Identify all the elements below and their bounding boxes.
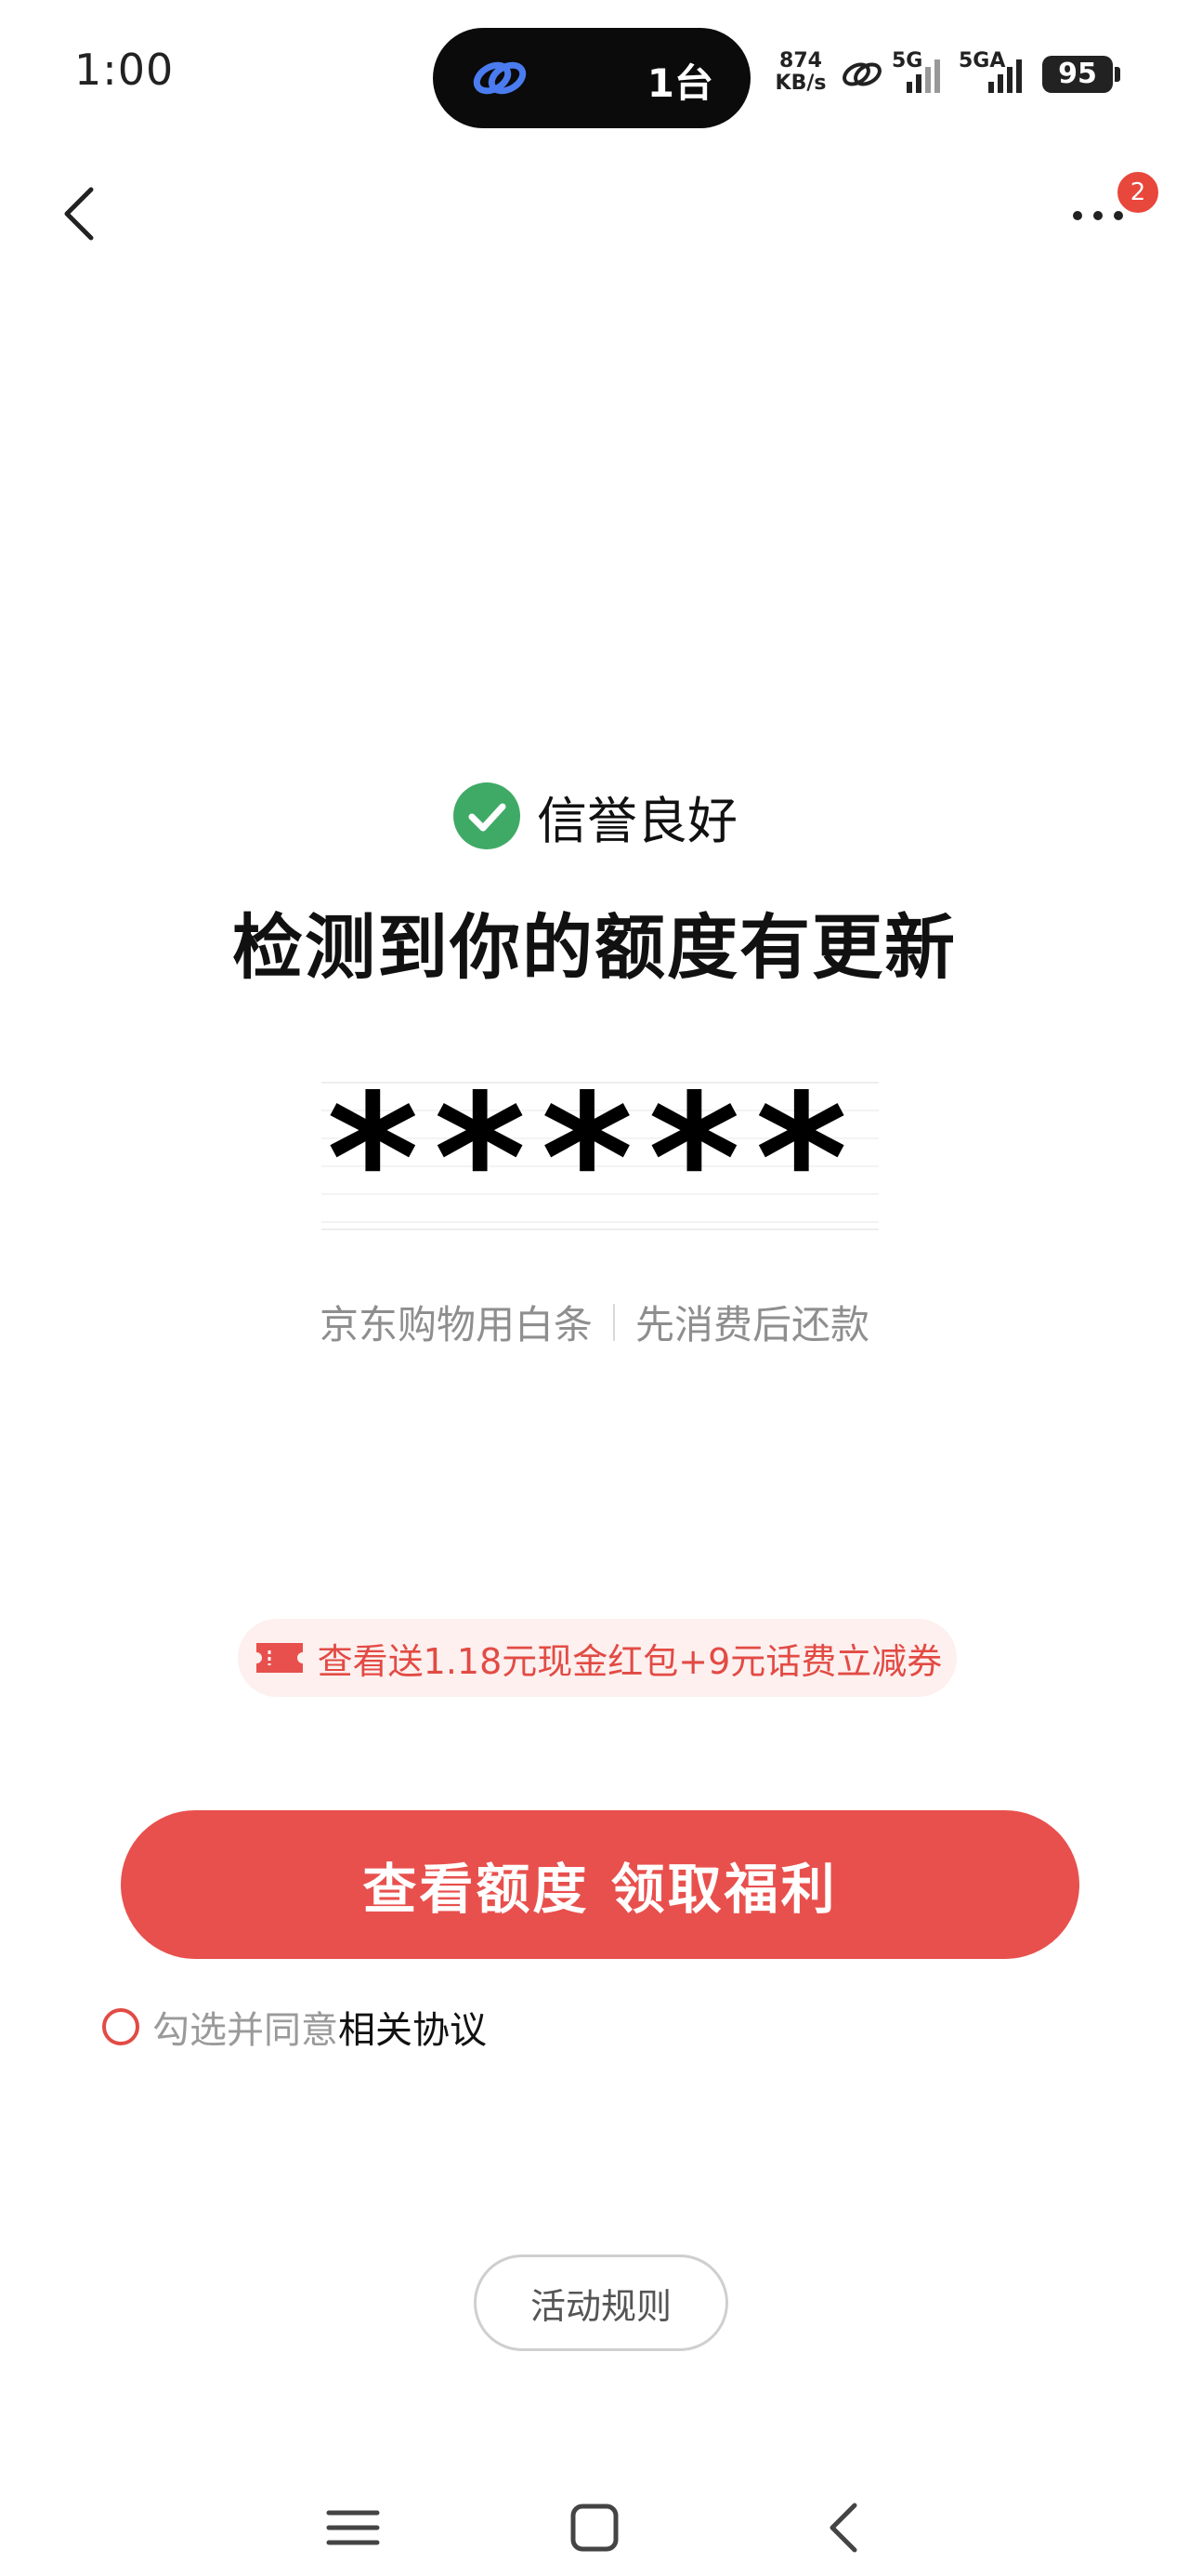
notification-badge: 2 (1115, 169, 1161, 216)
battery-indicator: 95 (1042, 56, 1113, 93)
subline-divider (613, 1303, 615, 1341)
view-credit-claim-benefit-button[interactable]: 查看额度 领取福利 (121, 1810, 1079, 1959)
network-speed: 874 KB/s (771, 50, 830, 95)
agreement-checkbox[interactable] (102, 2008, 139, 2045)
system-menu-button[interactable] (316, 2491, 390, 2565)
credit-status-label: 信誉良好 (537, 791, 738, 850)
promo-banner[interactable]: 查看送1.18元现金红包+9元话费立减券 (238, 1619, 957, 1697)
back-button[interactable] (52, 177, 108, 251)
island-text: 1台 (647, 60, 713, 106)
subline-right: 先消费后还款 (635, 1302, 870, 1347)
agreement-link[interactable]: 相关协议 (338, 2000, 487, 2054)
more-dots-icon (1073, 211, 1123, 220)
chevron-left-icon (64, 187, 94, 241)
link-icon (473, 61, 527, 95)
masked-credit-amount: ***** (326, 1057, 863, 1262)
promo-text: 查看送1.18元现金红包+9元话费立减券 (317, 1640, 943, 1682)
activity-rules-button[interactable]: 活动规则 (474, 2254, 728, 2351)
network-label-1: 5G (892, 49, 922, 72)
agreement-row: 勾选并同意 相关协议 (102, 2000, 487, 2054)
network-speed-unit: KB/s (775, 72, 827, 95)
hotspot-link-icon (843, 62, 882, 86)
agreement-prefix: 勾选并同意 (152, 2009, 338, 2052)
credit-status-row: 信誉良好 (0, 779, 1189, 853)
system-home-button[interactable] (557, 2491, 632, 2565)
network-label-2: 5GA (959, 49, 1005, 72)
system-back-button[interactable] (808, 2491, 882, 2565)
check-circle-icon (453, 782, 520, 849)
menu-icon (326, 2510, 380, 2545)
network-speed-value: 874 (779, 49, 822, 72)
coupon-ticket-icon (255, 1643, 303, 1673)
subline: 京东购物用白条 先消费后还款 (0, 1294, 1189, 1350)
page-title: 检测到你的额度有更新 (232, 906, 957, 989)
battery-tip (1115, 67, 1120, 82)
subline-left: 京东购物用白条 (319, 1302, 593, 1347)
status-time: 1:00 (74, 45, 175, 95)
home-square-icon (570, 2504, 619, 2552)
dynamic-island[interactable]: 1台 (433, 28, 751, 128)
back-chevron-icon (830, 2503, 857, 2553)
